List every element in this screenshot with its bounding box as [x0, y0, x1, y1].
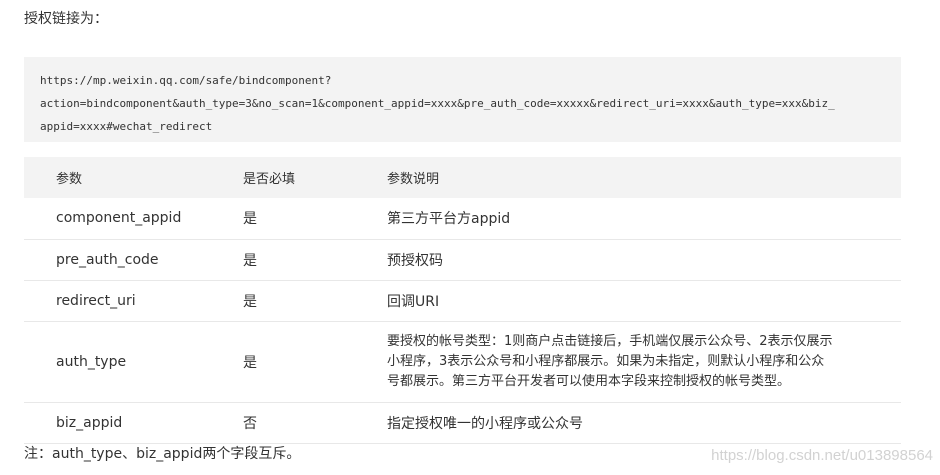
- table-row: auth_type 是 要授权的帐号类型：1则商户点击链接后，手机端仅展示公众号…: [24, 321, 901, 403]
- param-name: pre_auth_code: [24, 239, 243, 281]
- header-description: 参数说明: [387, 172, 440, 187]
- param-name: redirect_uri: [24, 280, 243, 322]
- param-required: 是: [243, 280, 387, 322]
- param-required: 是: [243, 239, 387, 281]
- header-param: 参数: [56, 172, 83, 187]
- code-line: appid=xxxx#wechat_redirect: [40, 120, 213, 133]
- params-table: 参数 是否必填 参数说明 component_appid 是 第三方平台方app…: [24, 157, 901, 444]
- table-row: biz_appid 否 指定授权唯一的小程序或公众号: [24, 402, 901, 444]
- param-required: 是: [243, 321, 387, 403]
- param-name: biz_appid: [24, 402, 243, 444]
- table-row: pre_auth_code 是 预授权码: [24, 239, 901, 281]
- param-description: 要授权的帐号类型：1则商户点击链接后，手机端仅展示公众号、2表示仅展示 小程序，…: [387, 321, 901, 403]
- code-line: action=bindcomponent&auth_type=3&no_scan…: [40, 97, 835, 110]
- description-line: 小程序，3表示公众号和小程序都展示。如果为未指定，则默认小程序和公众: [387, 353, 825, 369]
- code-line: https://mp.weixin.qq.com/safe/bindcompon…: [40, 74, 332, 87]
- section-heading: 授权链接为：: [24, 11, 108, 27]
- table-row: redirect_uri 是 回调URI: [24, 280, 901, 322]
- watermark: https://blog.csdn.net/u013898564: [711, 447, 933, 464]
- description-line: 号都展示。第三方平台开发者可以使用本字段来控制授权的帐号类型。: [387, 373, 791, 389]
- param-required: 是: [243, 198, 387, 240]
- description-line: 要授权的帐号类型：1则商户点击链接后，手机端仅展示公众号、2表示仅展示: [387, 333, 833, 349]
- code-block: https://mp.weixin.qq.com/safe/bindcompon…: [24, 57, 901, 142]
- param-required: 否: [243, 402, 387, 444]
- table-header-row: 参数 是否必填 参数说明: [24, 157, 901, 198]
- table-row: component_appid 是 第三方平台方appid: [24, 198, 901, 240]
- footnote: 注：auth_type、biz_appid两个字段互斥。: [24, 446, 301, 462]
- param-description: 指定授权唯一的小程序或公众号: [387, 402, 901, 444]
- param-name: auth_type: [24, 321, 243, 403]
- param-name: component_appid: [24, 198, 243, 240]
- param-description: 回调URI: [387, 280, 901, 322]
- header-required: 是否必填: [243, 172, 296, 187]
- param-description: 预授权码: [387, 239, 901, 281]
- param-description: 第三方平台方appid: [387, 198, 901, 240]
